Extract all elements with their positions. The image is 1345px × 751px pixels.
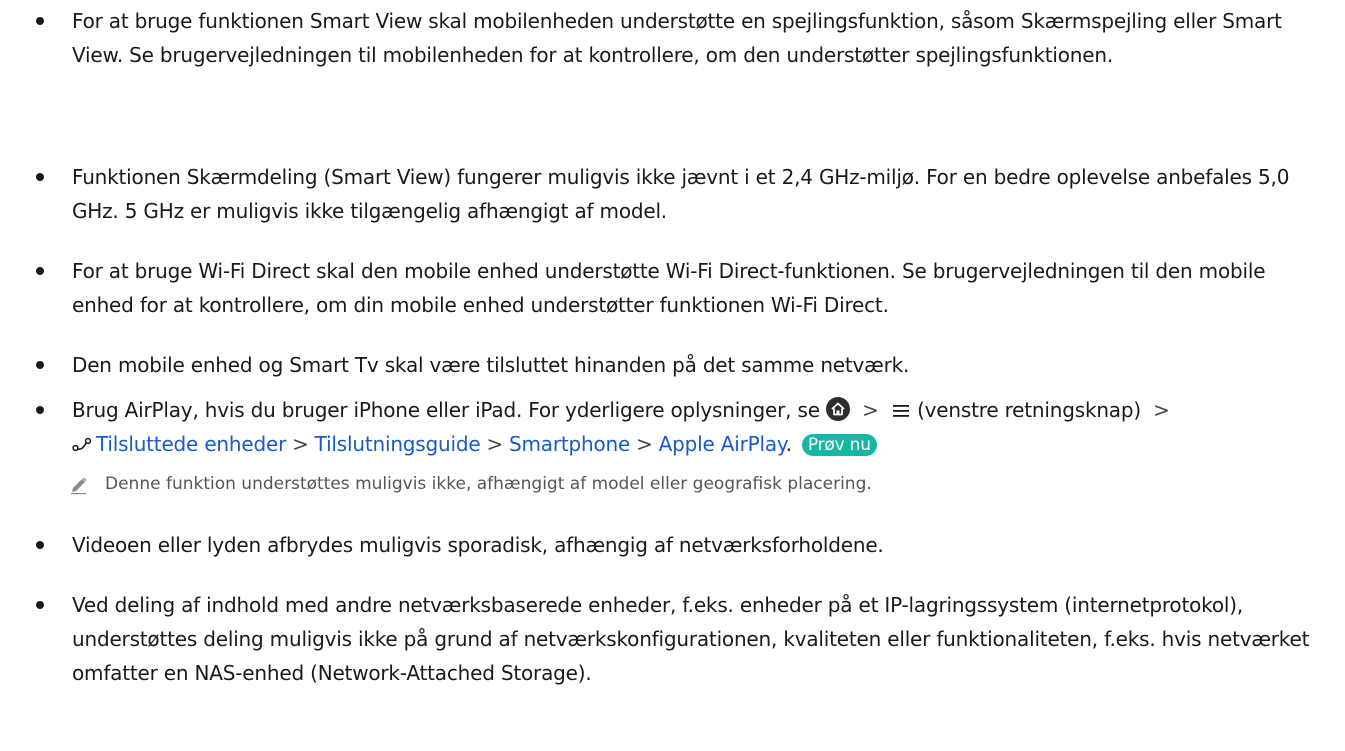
list-item-text: For at bruge Wi-Fi Direct skal den mobil…: [72, 259, 1266, 317]
note-text: Denne funktion understøttes muligvis ikk…: [105, 474, 872, 494]
list-item: Videoen eller lyden afbrydes muligvis sp…: [36, 528, 1332, 562]
bullet-dot: [36, 17, 44, 25]
bullet-dot: [36, 541, 44, 549]
menu-icon: [892, 405, 909, 417]
list-item-text: For at bruge funktionen Smart View skal …: [72, 9, 1282, 67]
chevron-right-icon: >: [862, 398, 879, 422]
path-period: .: [785, 432, 792, 456]
list-item: Den mobile enhed og Smart Tv skal være t…: [36, 348, 1332, 382]
bullet-dot: [36, 361, 44, 369]
bullet-dot: [36, 173, 44, 181]
list-item-text: Den mobile enhed og Smart Tv skal være t…: [72, 353, 910, 377]
try-now-button[interactable]: Prøv nu: [801, 434, 877, 456]
list-item: Funktionen Skærmdeling (Smart View) fung…: [36, 160, 1332, 228]
chevron-right-icon: >: [486, 432, 503, 456]
bullet-dot: [36, 601, 44, 609]
link-connected-devices[interactable]: Tilsluttede enheder: [96, 432, 286, 456]
connected-devices-icon: [72, 437, 92, 452]
bullet-dot: [36, 406, 44, 414]
link-smartphone[interactable]: Smartphone: [509, 432, 630, 456]
note: Denne funktion understøttes muligvis ikk…: [71, 472, 872, 496]
bullet-dot: [36, 267, 44, 275]
list-item: Ved deling af indhold med andre netværks…: [36, 588, 1332, 690]
list-item-text: Videoen eller lyden afbrydes muligvis sp…: [72, 533, 884, 557]
list-item-airplay: Brug AirPlay, hvis du bruger iPhone elle…: [36, 393, 1332, 461]
manual-page: For at bruge funktionen Smart View skal …: [0, 0, 1345, 751]
pencil-icon: [71, 477, 87, 495]
home-icon: [825, 397, 850, 421]
chevron-right-icon: >: [292, 432, 309, 456]
list-item: For at bruge funktionen Smart View skal …: [36, 4, 1332, 72]
list-item-text: Funktionen Skærmdeling (Smart View) fung…: [72, 165, 1290, 223]
chevron-right-icon: >: [1153, 398, 1170, 422]
chevron-right-icon: >: [636, 432, 653, 456]
list-item: For at bruge Wi-Fi Direct skal den mobil…: [36, 254, 1332, 322]
list-item-text: Brug AirPlay, hvis du bruger iPhone elle…: [72, 398, 820, 422]
list-item-text: Ved deling af indhold med andre netværks…: [72, 593, 1310, 685]
list-item-text: (venstre retningsknap): [917, 398, 1141, 422]
link-connection-guide[interactable]: Tilslutningsguide: [315, 432, 481, 456]
link-apple-airplay[interactable]: Apple AirPlay: [659, 432, 786, 456]
